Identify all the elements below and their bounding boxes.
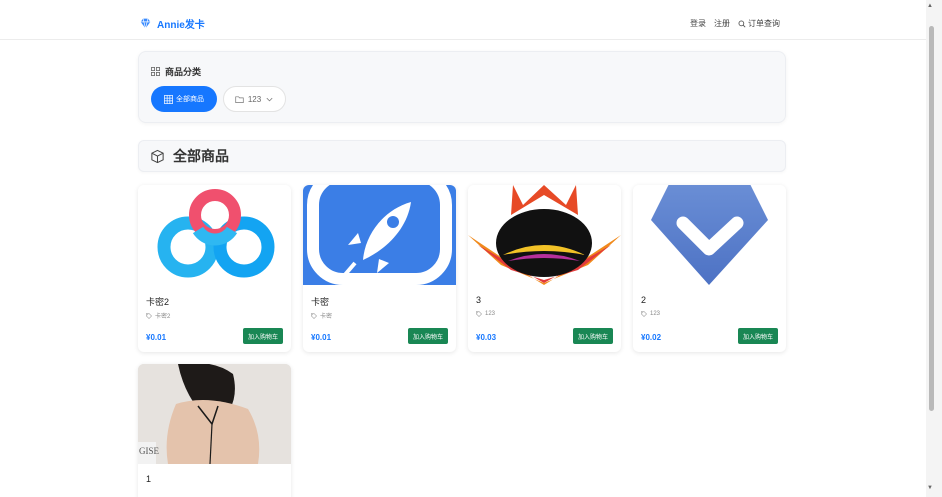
product-card[interactable]: 3 123 ¥0.03 加入购物车 [468, 185, 621, 352]
register-link[interactable]: 注册 [714, 18, 730, 29]
product-card[interactable]: 卡密2 卡密2 ¥0.01 加入购物车 [138, 185, 291, 352]
product-card[interactable]: 2 123 ¥0.02 加入购物车 [633, 185, 786, 352]
section-header: 全部商品 [138, 140, 786, 172]
add-to-cart-button[interactable]: 加入购物车 [737, 328, 778, 344]
brand-name: Annie发卡 [157, 20, 205, 31]
scrollbar-thumb[interactable] [929, 26, 934, 411]
category-button-all[interactable]: 全部商品 [151, 86, 217, 112]
folder-icon [235, 95, 244, 103]
scroll-up-arrow-icon[interactable]: ▲ [927, 3, 933, 9]
add-to-cart-button[interactable]: 加入购物车 [242, 328, 283, 344]
tag-icon [311, 312, 317, 319]
product-image-photo[interactable]: GISE [138, 364, 291, 464]
product-tag: 123 [476, 311, 495, 317]
product-name: 1 [146, 474, 152, 484]
tag-icon [476, 311, 482, 317]
login-link[interactable]: 登录 [690, 18, 706, 29]
category-title: 商品分类 [151, 65, 201, 78]
category-title-label: 商品分类 [165, 67, 202, 77]
product-tag: 卡密2 [146, 311, 170, 320]
grid-icon [151, 67, 160, 76]
order-query-link[interactable]: 订单查询 [738, 18, 780, 29]
product-tag-label: 123 [485, 311, 496, 317]
rocket-logo-icon [303, 185, 456, 285]
cloud-logo-icon [138, 185, 291, 285]
add-to-cart-button[interactable]: 加入购物车 [407, 328, 448, 344]
product-tag-label: 卡密2 [155, 314, 171, 320]
chevron-down-icon [266, 97, 273, 101]
add-to-cart-button[interactable]: 加入购物车 [572, 328, 613, 344]
product-image-crown-mask[interactable] [468, 185, 621, 285]
brand-link[interactable]: Annie发卡 [139, 16, 205, 31]
product-image-cloud[interactable] [138, 185, 291, 285]
product-name: 卡密 [311, 297, 330, 307]
diamond-icon [140, 18, 151, 29]
product-price: ¥0.03 [476, 333, 497, 342]
product-card[interactable]: 卡密 卡密 ¥0.01 加入购物车 [303, 185, 456, 352]
product-tag: 卡密 [311, 311, 332, 320]
product-name: 卡密2 [146, 297, 170, 307]
product-name: 2 [641, 295, 647, 305]
category-123-label: 123 [247, 94, 262, 104]
product-card[interactable]: GISE 1 [138, 364, 291, 497]
product-price: ¥0.01 [311, 333, 332, 342]
product-price: ¥0.01 [146, 333, 167, 342]
category-panel: 商品分类 全部商品 123 [138, 51, 786, 123]
photo-caption-text: GISE [139, 446, 159, 456]
scroll-down-arrow-icon[interactable]: ▼ [927, 485, 933, 491]
product-tag-label: 卡密 [320, 314, 333, 320]
product-tag-label: 123 [650, 311, 661, 317]
category-button-123[interactable]: 123 [223, 86, 286, 112]
product-tag: 123 [641, 311, 660, 317]
product-name: 3 [476, 295, 482, 305]
section-title: 全部商品 [173, 148, 229, 164]
grid-3x3-icon [164, 94, 173, 104]
product-image-rocket[interactable] [303, 185, 456, 285]
order-query-label: 订单查询 [748, 19, 780, 28]
product-image-chevron-badge[interactable] [633, 185, 786, 285]
photo-image [138, 364, 291, 464]
product-price: ¥0.02 [641, 333, 662, 342]
box-icon [151, 149, 164, 163]
tag-icon [641, 311, 647, 317]
top-navbar: Annie发卡 登录 注册 订单查询 [0, 0, 926, 40]
tag-icon [146, 312, 152, 319]
category-all-label: 全部商品 [176, 96, 204, 103]
top-nav-links: 登录 注册 订单查询 [690, 18, 780, 29]
chevron-badge-logo-icon [633, 185, 786, 285]
crown-mask-logo-icon [468, 185, 621, 285]
search-icon [738, 20, 746, 28]
